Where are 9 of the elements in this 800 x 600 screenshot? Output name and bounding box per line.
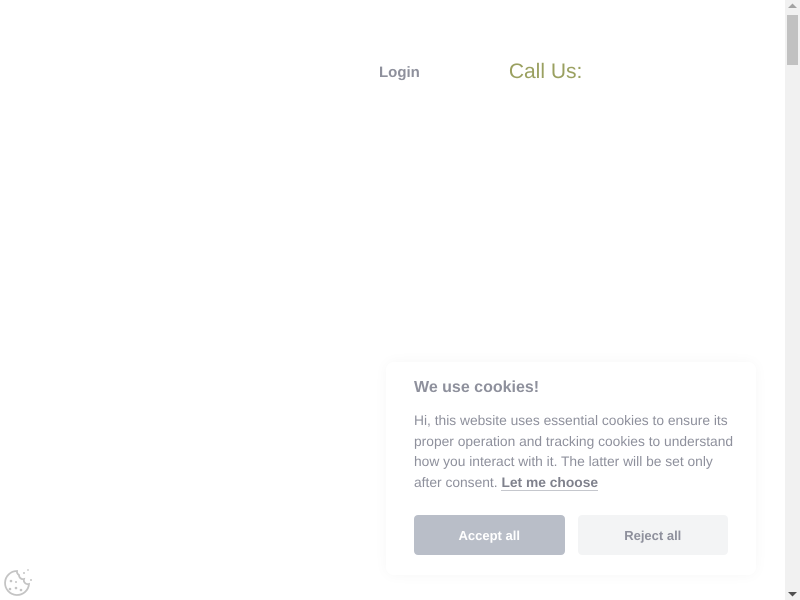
- cookie-icon[interactable]: [2, 568, 34, 598]
- call-us-label: Call Us:: [508, 60, 582, 84]
- accept-button[interactable]: Accept all: [414, 515, 564, 555]
- login-link[interactable]: Login: [379, 64, 420, 80]
- reject-button[interactable]: Reject all: [578, 515, 728, 555]
- scroll-thumb[interactable]: [787, 15, 798, 65]
- cookie-title: We use cookies!: [414, 379, 540, 397]
- let-me-choose-link[interactable]: Let me choose: [501, 474, 598, 490]
- cookie-text: Hi, this website uses essential cookies to ensure its proper operation and tracking cookies to understand how you interact with it. The latter will be set only after consent. Let me choose: [414, 412, 734, 492]
